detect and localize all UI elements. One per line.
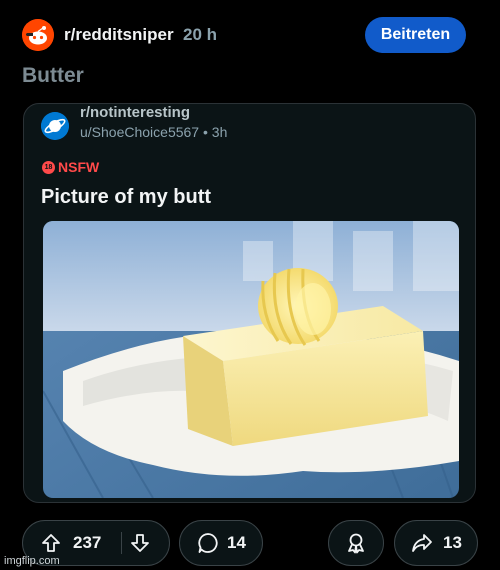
subreddit-name[interactable]: r/redditsniper [64, 25, 174, 45]
crosspost-title[interactable]: Picture of my butt [41, 186, 211, 209]
share-count: 13 [443, 533, 462, 552]
planet-icon [41, 112, 69, 140]
downvote-icon[interactable] [130, 533, 150, 553]
butter-image[interactable] [43, 221, 459, 498]
nsfw-tag: 18 NSFW [42, 159, 99, 175]
vote-divider [121, 532, 123, 554]
crosspost-card[interactable]: r/notinteresting u/ShoeChoice5567 • 3h 1… [23, 103, 476, 503]
award-button[interactable] [328, 520, 384, 566]
crosspost-subreddit-avatar[interactable] [41, 112, 69, 140]
share-icon [411, 532, 433, 554]
join-button[interactable]: Beitreten [365, 17, 466, 53]
nsfw-label: NSFW [58, 159, 100, 175]
post-header: r/redditsniper 20 h Beitreten [0, 0, 500, 62]
crosspost-subreddit-name[interactable]: r/notinteresting [80, 104, 190, 121]
nsfw-icon: 18 [42, 160, 55, 174]
subreddit-avatar[interactable] [22, 19, 54, 51]
post-title[interactable]: Butter [22, 64, 84, 88]
action-bar: 237 14 13 [0, 520, 500, 570]
share-button[interactable]: 13 [394, 520, 478, 566]
upvote-count: 237 [73, 533, 102, 552]
comments-button[interactable]: 14 [179, 520, 263, 566]
upvote-icon[interactable] [41, 533, 61, 553]
butter-photo [43, 221, 459, 498]
comment-count: 14 [227, 533, 246, 552]
post-time: 20 h [183, 25, 218, 44]
watermark: imgflip.com [4, 555, 60, 567]
sniper-snoo-icon [22, 19, 54, 51]
crosspost-meta: u/ShoeChoice5567 • 3h [80, 124, 228, 140]
comment-icon [197, 532, 219, 554]
award-icon [345, 532, 367, 554]
